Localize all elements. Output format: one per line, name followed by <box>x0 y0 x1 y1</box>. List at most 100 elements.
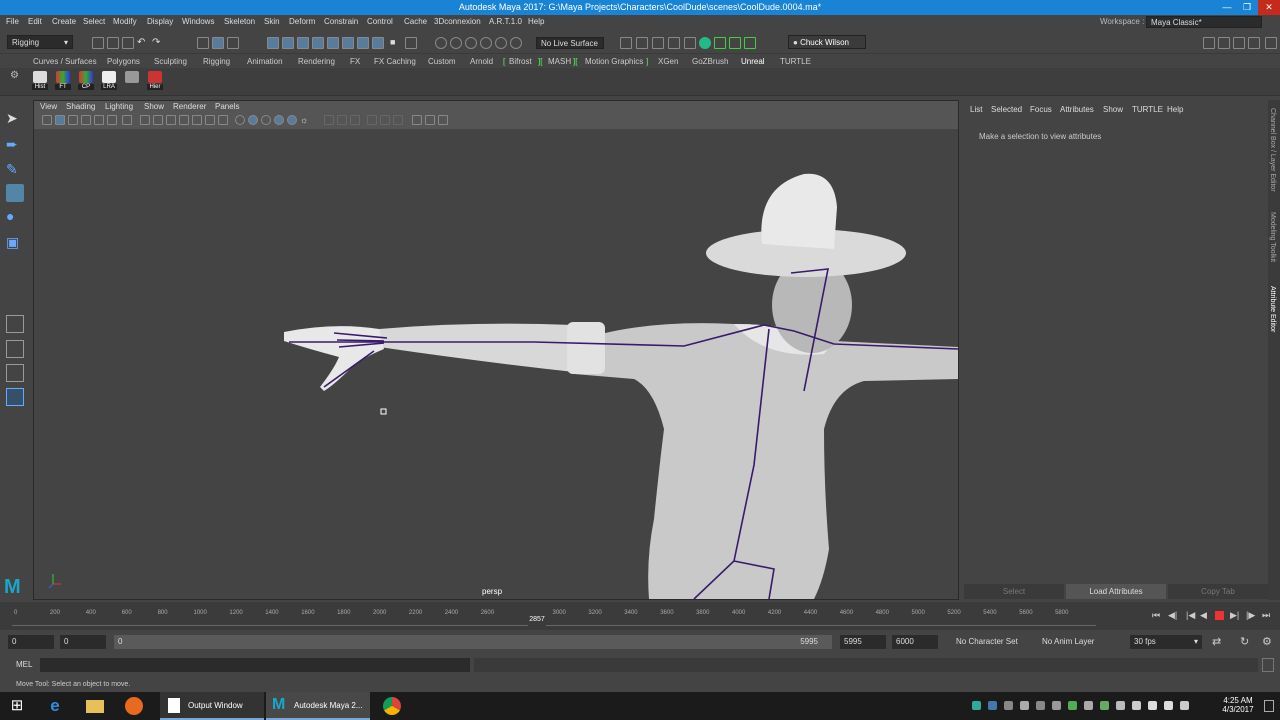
shelf-tab-rigging[interactable]: Rigging <box>203 57 230 66</box>
bookmark-icon[interactable] <box>68 115 78 125</box>
step-forward-key-icon[interactable]: |▶ <box>1246 610 1255 621</box>
single-view-layout-icon[interactable] <box>6 315 24 333</box>
ae-menu-list[interactable]: List <box>970 105 982 114</box>
select-object-icon[interactable] <box>212 37 224 49</box>
wireframe-on-shaded-icon[interactable] <box>248 115 258 125</box>
render-settings-icon[interactable] <box>668 37 680 49</box>
rotate-tool-icon[interactable]: ● <box>6 208 24 226</box>
panel-layout-icon[interactable] <box>1218 37 1230 49</box>
step-forward-frame-icon[interactable]: ▶| <box>1230 610 1239 621</box>
grease-pencil-icon[interactable] <box>107 115 117 125</box>
light-icon[interactable]: ☼ <box>300 115 310 125</box>
menu-art[interactable]: A.R.T.1.0 <box>489 17 522 26</box>
menu-skeleton[interactable]: Skeleton <box>224 17 255 26</box>
shelf-button-hist[interactable]: Hist <box>32 71 48 93</box>
smooth-shade-icon[interactable] <box>235 115 245 125</box>
modeling-toolkit-icon[interactable] <box>714 37 726 49</box>
stop-icon[interactable] <box>1215 611 1224 620</box>
minimize-button[interactable]: — <box>1216 0 1238 15</box>
menu-help[interactable]: Help <box>528 17 544 26</box>
ae-copy-tab-button[interactable]: Copy Tab <box>1168 584 1268 599</box>
tray-app-icon[interactable] <box>1004 701 1013 710</box>
range-slider[interactable]: 0 5995 <box>114 635 832 649</box>
outliner-icon[interactable] <box>1233 37 1245 49</box>
xray-components-icon[interactable] <box>350 115 360 125</box>
menu-select[interactable]: Select <box>83 17 105 26</box>
ae-menu-focus[interactable]: Focus <box>1030 105 1052 114</box>
menu-file[interactable]: File <box>6 17 19 26</box>
playback-start-field[interactable]: 0 <box>60 635 106 649</box>
select-component-icon[interactable] <box>227 37 239 49</box>
restore-button[interactable]: ❐ <box>1236 0 1258 15</box>
time-slider[interactable]: 0 200 400 600 800 1000 1200 1400 1600 1800 2000 220… <box>0 602 1280 630</box>
snap-point-icon[interactable] <box>297 37 309 49</box>
anti-aliasing-icon[interactable] <box>393 115 403 125</box>
mel-label[interactable]: MEL <box>16 660 32 669</box>
magnet-point-icon[interactable] <box>465 37 477 49</box>
magnet-surface-icon[interactable] <box>480 37 492 49</box>
resolution-gate-icon[interactable] <box>153 115 163 125</box>
viewport-menu-shading[interactable]: Shading <box>66 102 95 111</box>
ae-select-button[interactable]: Select <box>964 584 1064 599</box>
viewport-3d[interactable]: persp <box>34 129 958 599</box>
tab-attribute-editor[interactable]: Attribute Editor <box>1269 286 1276 332</box>
chrome-icon[interactable] <box>380 692 406 720</box>
lock-icon[interactable]: ■ <box>390 37 402 49</box>
2d-pan-zoom-icon[interactable] <box>94 115 104 125</box>
anim-layer-dropdown[interactable]: No Anim Layer <box>1038 635 1116 649</box>
render-sphere-icon[interactable] <box>699 37 711 49</box>
volume-icon[interactable] <box>1164 701 1173 710</box>
snap-view-icon[interactable] <box>312 37 324 49</box>
auto-key-icon[interactable]: ↻ <box>1240 635 1249 648</box>
motion-blur-icon[interactable] <box>380 115 390 125</box>
shelf-tab-curves[interactable]: Curves / Surfaces <box>33 57 97 66</box>
shelf-tab-sculpting[interactable]: Sculpting <box>154 57 187 66</box>
exposure-icon[interactable] <box>425 115 435 125</box>
open-scene-icon[interactable] <box>107 37 119 49</box>
shelf-tab-xgen[interactable]: XGen <box>658 57 678 66</box>
channel-box-icon[interactable] <box>744 37 756 49</box>
shelf-tab-fx-caching[interactable]: FX Caching <box>374 57 416 66</box>
shelf-button-lra[interactable]: LRA <box>101 71 117 93</box>
snap-plane-icon[interactable] <box>342 37 354 49</box>
snap-surface-icon[interactable] <box>327 37 339 49</box>
close-button[interactable]: ✕ <box>1258 0 1280 15</box>
magnet-icon[interactable] <box>435 37 447 49</box>
shelf-tab-bifrost[interactable]: Bifrost <box>509 57 532 66</box>
four-view-layout-icon[interactable] <box>6 340 24 358</box>
workspace-layout-icon[interactable] <box>1203 37 1215 49</box>
play-backwards-icon[interactable]: ◀ <box>1200 610 1207 621</box>
isolate-select-icon[interactable] <box>412 115 422 125</box>
image-plane-icon[interactable] <box>81 115 91 125</box>
windows-start-icon[interactable]: ⊞ <box>4 692 30 720</box>
fps-dropdown[interactable]: 30 fps ▾ <box>1130 635 1202 649</box>
shelf-tab-arnold[interactable]: Arnold <box>470 57 493 66</box>
shelf-button-ft[interactable]: FT <box>55 71 71 93</box>
ae-menu-turtle[interactable]: TURTLE <box>1132 105 1163 114</box>
menuset-dropdown[interactable]: Rigging ▾ <box>7 35 73 49</box>
render-view-icon[interactable] <box>620 37 632 49</box>
go-to-end-icon[interactable]: ⏭ <box>1262 610 1270 621</box>
tray-app-icon[interactable] <box>1132 701 1141 710</box>
shelf-tab-rendering[interactable]: Rendering <box>298 57 335 66</box>
outliner-layout-icon[interactable] <box>6 388 24 406</box>
tray-app-icon[interactable] <box>1052 701 1061 710</box>
command-input[interactable] <box>40 658 470 672</box>
attribute-editor-icon[interactable] <box>729 37 741 49</box>
ae-menu-selected[interactable]: Selected <box>991 105 1022 114</box>
move-tool-icon[interactable] <box>6 184 24 202</box>
undo-icon[interactable]: ↶ <box>137 37 149 49</box>
ae-load-attributes-button[interactable]: Load Attributes <box>1066 584 1166 599</box>
menu-display[interactable]: Display <box>147 17 173 26</box>
taskbar-item-maya[interactable]: M Autodesk Maya 2... <box>266 692 370 720</box>
shelf-menu-icon[interactable]: ⚙ <box>10 70 19 81</box>
animation-start-field[interactable]: 0 <box>8 635 54 649</box>
step-back-key-icon[interactable]: ◀| <box>1168 610 1177 621</box>
camera-attributes-icon[interactable] <box>55 115 65 125</box>
gamma-icon[interactable] <box>438 115 448 125</box>
shelf-button-hier[interactable]: Hier <box>147 71 163 93</box>
workspace-dropdown[interactable]: Maya Classic* <box>1146 16 1262 28</box>
lasso-tool-icon[interactable]: ➨ <box>6 136 24 154</box>
ae-menu-show[interactable]: Show <box>1103 105 1123 114</box>
loop-icon[interactable]: ⇄ <box>1212 635 1221 648</box>
